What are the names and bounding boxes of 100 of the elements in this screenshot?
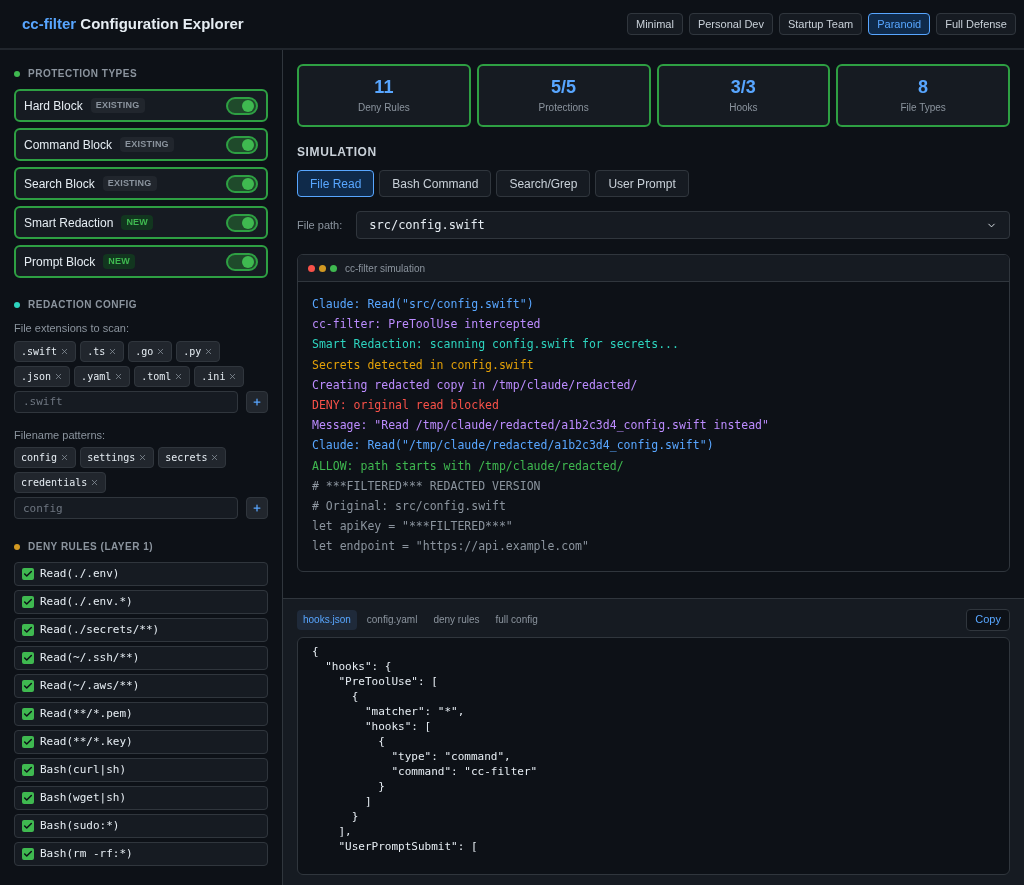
tag-chip[interactable]: .go <box>128 340 173 362</box>
output-tab[interactable]: full config <box>489 609 544 630</box>
add-button[interactable] <box>246 390 268 413</box>
checkbox[interactable] <box>22 652 34 664</box>
file-path-select[interactable]: src/config.swift <box>356 211 1010 239</box>
checkbox[interactable] <box>22 848 34 860</box>
tag-chip[interactable]: settings <box>80 447 155 468</box>
protection-name: Hard Block <box>24 97 83 115</box>
checkbox[interactable] <box>22 736 34 748</box>
deny-rule: Bash(curl|sh) <box>40 761 127 778</box>
code-line: "type": "command", <box>390 748 512 764</box>
checkbox[interactable] <box>22 680 34 692</box>
terminal-line: cc-filter: PreToolUse intercepted <box>312 316 542 334</box>
remove-icon[interactable] <box>54 371 64 381</box>
remove-icon[interactable] <box>210 453 220 462</box>
remove-icon[interactable] <box>108 346 118 356</box>
stat-value: 8 <box>918 75 929 99</box>
deny-rule: Read(~/.ssh/**) <box>40 649 140 666</box>
protection-name: Smart Redaction <box>24 214 114 232</box>
status-badge: EXISTING <box>102 175 157 192</box>
tag-chip[interactable]: .json <box>14 365 71 387</box>
remove-icon[interactable] <box>60 453 70 462</box>
code-line: { <box>350 688 360 704</box>
remove-icon[interactable] <box>90 478 100 487</box>
preset-button[interactable]: Startup Team <box>778 13 863 35</box>
deny-rule: Bash(rm -rf:*) <box>40 845 133 862</box>
copy-button[interactable]: Copy <box>966 608 1010 631</box>
simulation-tab[interactable]: Search/Grep <box>496 170 591 197</box>
code-line: ], <box>337 823 353 839</box>
tag-chip[interactable]: .toml <box>134 365 191 387</box>
simulation-tab[interactable]: Bash Command <box>379 170 492 197</box>
status-badge: EXISTING <box>90 97 145 114</box>
protection-name: Command Block <box>24 136 113 154</box>
remove-icon[interactable] <box>138 453 148 462</box>
plus-icon <box>252 396 262 407</box>
terminal-line: # ***FILTERED*** REDACTED VERSION <box>312 477 542 495</box>
deny-rule: Bash(sudo:*) <box>40 817 120 834</box>
tag-chip[interactable]: .ts <box>80 340 125 362</box>
output-tab[interactable]: hooks.json <box>297 609 357 630</box>
toggle-switch[interactable] <box>226 252 258 271</box>
deny-rule: Read(./secrets/**) <box>40 621 160 638</box>
checkbox[interactable] <box>22 568 34 580</box>
checkbox[interactable] <box>22 792 34 804</box>
preset-button[interactable]: Personal Dev <box>688 13 773 35</box>
status-badge: NEW <box>103 253 136 270</box>
section-title: SIMULATION <box>297 144 378 161</box>
tag-chip[interactable]: .py <box>176 340 221 362</box>
remove-icon[interactable] <box>174 371 184 381</box>
code-line: "PreToolUse": [ <box>337 673 439 689</box>
preset-button[interactable]: Full Defense <box>936 13 1016 35</box>
tag-chip[interactable]: secrets <box>158 447 227 468</box>
checkbox[interactable] <box>22 764 34 776</box>
terminal-line: Claude: Read("/tmp/claude/redacted/a1b2c3d4_config.swift") <box>312 437 715 455</box>
deny-rule: Read(./.env.*) <box>40 593 133 610</box>
deny-rule: Read(**/*.pem) <box>40 705 133 722</box>
code-line: "command": "cc-filter" <box>390 763 539 779</box>
plus-icon <box>252 503 262 513</box>
checkbox[interactable] <box>22 624 34 636</box>
preset-button[interactable]: Paranoid <box>868 13 931 35</box>
terminal-title: cc-filter simulation <box>345 261 426 276</box>
code-line: "hooks": { <box>324 658 393 674</box>
section-title: DENY RULES (LAYER 1) <box>28 540 154 554</box>
input-field[interactable]: .swift <box>14 390 238 413</box>
terminal-line: let endpoint = "https://api.example.com" <box>312 538 590 556</box>
checkbox[interactable] <box>22 820 34 832</box>
remove-icon[interactable] <box>228 371 238 381</box>
input-field[interactable]: config <box>14 497 238 519</box>
protection-name: Search Block <box>24 175 95 193</box>
remove-icon[interactable] <box>114 371 124 381</box>
field-label: File extensions to scan: <box>14 321 130 336</box>
toggle-switch[interactable] <box>226 174 258 193</box>
stat-value: 5/5 <box>551 75 577 99</box>
tag-chip[interactable]: .swift <box>14 340 77 362</box>
code-line: "UserPromptSubmit": [ <box>337 838 479 854</box>
remove-icon[interactable] <box>60 346 70 356</box>
code-line: ] <box>363 793 373 809</box>
output-tab[interactable]: config.yaml <box>360 609 424 630</box>
stat-value: 11 <box>374 75 394 99</box>
tag-chip[interactable]: .ini <box>194 365 245 387</box>
preset-button[interactable]: Minimal <box>627 13 683 35</box>
field-label: File path: <box>297 217 343 233</box>
simulation-tab[interactable]: File Read <box>297 170 375 197</box>
terminal-line: Message: "Read /tmp/claude/redacted/a1b2c3d4_config.swift instead" <box>312 417 770 435</box>
tag-chip[interactable]: .yaml <box>74 365 131 387</box>
terminal-line: ALLOW: path starts with /tmp/claude/redacted/ <box>312 457 625 475</box>
stat-label: Deny Rules <box>358 101 410 116</box>
toggle-switch[interactable] <box>226 213 258 232</box>
remove-icon[interactable] <box>156 346 166 356</box>
tag-chip[interactable]: config <box>14 447 77 468</box>
checkbox[interactable] <box>22 708 34 720</box>
toggle-switch[interactable] <box>226 96 258 115</box>
terminal-line: Creating redacted copy in /tmp/claude/redacted/ <box>312 376 639 394</box>
terminal-line: # Original: src/config.swift <box>312 498 507 516</box>
output-tab[interactable]: deny rules <box>427 609 486 630</box>
toggle-switch[interactable] <box>226 135 258 154</box>
checkbox[interactable] <box>22 596 34 608</box>
remove-icon[interactable] <box>204 346 214 356</box>
add-button[interactable] <box>246 497 268 519</box>
simulation-tab[interactable]: User Prompt <box>595 170 689 197</box>
tag-chip[interactable]: credentials <box>14 472 107 493</box>
